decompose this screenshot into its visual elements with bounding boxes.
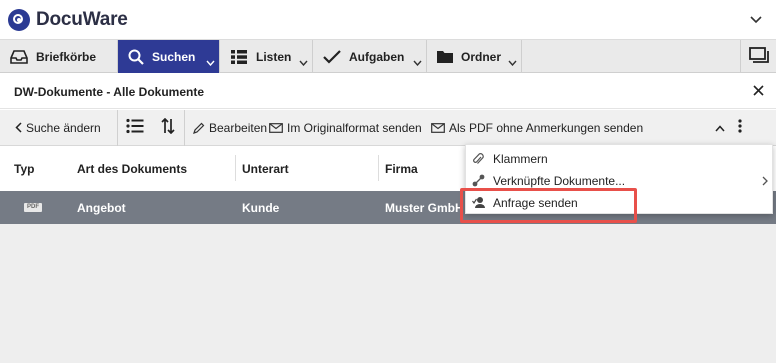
cell-art: Angebot [77,201,126,215]
tab-listen[interactable]: Listen [220,40,313,73]
pencil-icon [193,122,205,134]
send-original-button[interactable]: Im Originalformat senden [269,110,431,146]
tab-briefkoerbe[interactable]: Briefkörbe [0,40,118,73]
table-empty-area [0,224,776,363]
chevron-down-icon[interactable] [299,55,308,69]
sort-button[interactable] [152,110,184,146]
column-divider[interactable] [378,155,379,181]
result-toolbar: Suche ändern Bearbeiten Im Originalforma… [0,109,776,146]
envelope-icon [269,122,283,133]
tab-suchen[interactable]: Suchen [118,40,220,73]
app-logo[interactable]: DocuWare [8,9,128,31]
column-divider[interactable] [235,155,236,181]
chevron-down-icon[interactable] [413,55,422,69]
tab-label: Listen [256,49,292,64]
vertical-ellipsis-icon [738,119,742,136]
list-view-icon [126,118,144,137]
window-layout-button[interactable] [740,40,776,73]
app-name: DocuWare [36,9,128,30]
app-header: DocuWare [0,0,776,40]
chevron-right-icon [762,175,768,189]
envelope-icon [431,122,445,133]
column-header-firma[interactable]: Firma [385,162,418,176]
column-header-unterart[interactable]: Unterart [242,162,289,176]
back-to-search-button[interactable]: Suche ändern [0,110,117,146]
inbox-icon [10,49,28,64]
page-title: DW-Dokumente - Alle Dokumente [14,85,204,99]
tab-label: Ordner [461,49,502,64]
menu-item-label: Verknüpfte Dokumente... [493,174,626,188]
sort-icon [161,117,175,137]
result-list-header: DW-Dokumente - Alle Dokumente [0,74,776,109]
list-view-button[interactable] [118,110,152,146]
search-icon [128,49,144,65]
folder-icon [437,50,453,63]
send-pdf-label: Als PDF ohne Anmerkungen senden [449,120,644,135]
tab-aufgaben[interactable]: Aufgaben [313,40,427,73]
column-header-typ[interactable]: Typ [14,162,34,176]
cell-firma: Muster GmbH [385,201,464,215]
checkmark-icon [323,49,341,64]
edit-button[interactable]: Bearbeiten [185,110,269,146]
main-nav: Briefkörbe Suchen Listen Aufgaben Ordner [0,40,776,73]
collapse-toolbar-button[interactable] [681,110,725,146]
chevron-down-icon[interactable] [508,55,517,69]
send-original-label: Im Originalformat senden [287,120,422,135]
more-options-button[interactable] [725,110,755,146]
chevron-left-icon [15,122,22,133]
back-label: Suche ändern [26,120,101,135]
chevron-up-icon [715,121,725,135]
chevron-down-icon[interactable] [206,55,215,69]
menu-item-label: Klammern [493,152,548,166]
tab-ordner[interactable]: Ordner [427,40,522,73]
send-pdf-button[interactable]: Als PDF ohne Anmerkungen senden [431,110,681,146]
list-icon [230,49,248,65]
menu-item-klammern[interactable]: Klammern [466,148,774,170]
cell-unterart: Kunde [242,201,280,215]
pdf-file-icon: PDF [24,203,42,212]
close-icon[interactable] [753,85,764,99]
chevron-down-icon[interactable] [750,13,762,28]
tab-label: Briefkörbe [36,49,97,64]
paperclip-icon [472,152,484,169]
tab-label: Aufgaben [349,49,405,64]
highlight-annotation [460,188,637,223]
docuware-logo-icon [8,9,30,31]
tab-label: Suchen [152,49,196,64]
window-layout-icon [748,47,769,66]
edit-label: Bearbeiten [209,120,268,135]
column-header-art[interactable]: Art des Dokuments [77,162,187,176]
